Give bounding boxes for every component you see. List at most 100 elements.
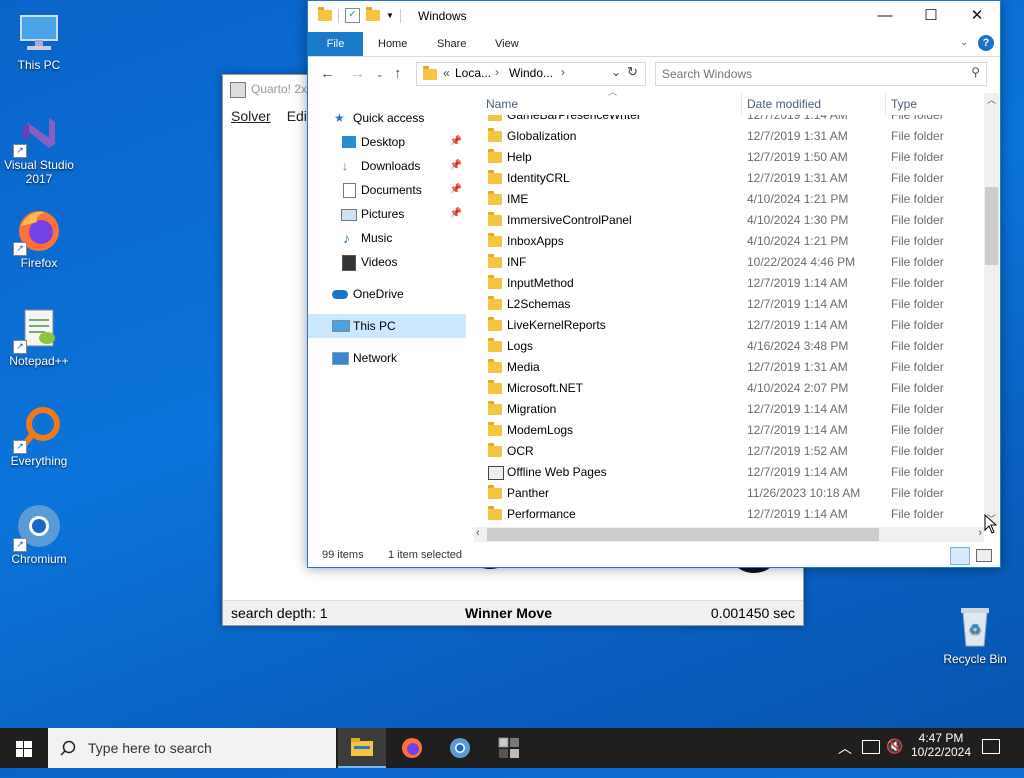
address-overflow[interactable]: «	[443, 66, 450, 80]
divider	[399, 8, 401, 23]
minimize-button[interactable]: —	[862, 1, 908, 32]
nav-videos[interactable]: Videos	[308, 250, 466, 274]
desktop-icon-chromium[interactable]: ↗ Chromium	[1, 502, 77, 566]
scroll-left-icon[interactable]: ‹	[476, 527, 480, 539]
network-icon[interactable]	[862, 740, 880, 754]
address-crumb-local-disk[interactable]: Loca...	[455, 66, 491, 80]
show-hidden-icons-icon[interactable]: ︿	[838, 738, 852, 778]
file-row[interactable]: InputMethod 12/7/2019 1:14 AM File folder	[474, 273, 984, 294]
explorer-titlebar[interactable]: ✓ ▼ Windows — ☐ ✕	[308, 1, 1000, 32]
column-name[interactable]: Name	[486, 97, 518, 111]
forward-button[interactable]: →	[350, 65, 365, 82]
file-row[interactable]: LiveKernelReports 12/7/2019 1:14 AM File f…	[474, 315, 984, 336]
file-row[interactable]: INF 10/22/2024 4:46 PM File folder	[474, 252, 984, 273]
recent-locations-icon[interactable]: ⌄	[376, 69, 384, 80]
column-divider[interactable]	[741, 93, 742, 115]
pin-icon[interactable]: 📌	[450, 202, 462, 226]
scroll-up-icon[interactable]: ︿	[987, 93, 996, 106]
desktop-icon-notepad-plus-plus[interactable]: ↗ Notepad++	[1, 304, 77, 368]
file-row[interactable]: OCR 12/7/2019 1:52 AM File folder	[474, 441, 984, 462]
maximize-button[interactable]: ☐	[908, 1, 954, 32]
back-button[interactable]: ←	[320, 65, 335, 82]
menu-solver[interactable]: Solver	[223, 103, 279, 129]
scrollbar-thumb[interactable]	[985, 187, 998, 265]
search-input[interactable]	[660, 64, 964, 84]
file-row[interactable]: Media 12/7/2019 1:31 AM File folder	[474, 357, 984, 378]
file-row[interactable]: Microsoft.NET 4/10/2024 2:07 PM File folde…	[474, 378, 984, 399]
close-button[interactable]: ✕	[954, 1, 1000, 32]
tab-file[interactable]: File	[308, 32, 363, 56]
search-box[interactable]: ⚲	[655, 62, 987, 86]
taskbar-firefox[interactable]	[388, 728, 436, 768]
nav-quick-access[interactable]: ★ Quick access	[308, 106, 466, 130]
column-type[interactable]: Type	[891, 97, 917, 111]
file-date: 12/7/2019 1:52 AM	[747, 444, 848, 458]
desktop-icon-this-pc[interactable]: This PC	[1, 8, 77, 72]
pin-icon[interactable]: 📌	[450, 178, 462, 202]
file-row[interactable]: InboxApps 4/10/2024 1:21 PM File folder	[474, 231, 984, 252]
chevron-right-icon[interactable]: ›	[495, 65, 499, 79]
nav-documents[interactable]: Documents 📌	[308, 178, 466, 202]
details-view-icon[interactable]	[950, 547, 970, 565]
file-explorer-window[interactable]: ✓ ▼ Windows — ☐ ✕ File Home Share View ⌄…	[307, 0, 1001, 568]
taskbar-chromium[interactable]	[436, 728, 484, 768]
volume-muted-icon[interactable]: 🔇	[886, 738, 903, 778]
file-row[interactable]: Panther 11/26/2023 10:18 AM File folder	[474, 483, 984, 504]
file-row[interactable]: Globalization 12/7/2019 1:31 AM File folde…	[474, 126, 984, 147]
tab-share[interactable]: Share	[425, 32, 478, 56]
taskbar-file-explorer[interactable]	[338, 728, 386, 768]
address-crumb-windows[interactable]: Windo...	[509, 66, 553, 80]
file-row[interactable]: Performance 12/7/2019 1:14 AM File folder	[474, 504, 984, 525]
nav-network[interactable]: Network	[308, 346, 466, 370]
help-icon[interactable]: ?	[978, 35, 994, 51]
pin-icon[interactable]: 📌	[450, 154, 462, 178]
nav-onedrive[interactable]: OneDrive	[308, 282, 466, 306]
qat-dropdown-icon[interactable]: ▼	[386, 11, 394, 20]
tab-view[interactable]: View	[483, 32, 531, 56]
taskbar-search-box[interactable]: Type here to search	[48, 728, 336, 768]
desktop-icon-everything[interactable]: ↗ Everything	[1, 404, 77, 468]
ribbon-expand-icon[interactable]: ⌄	[960, 37, 968, 48]
notifications-icon[interactable]	[982, 739, 1000, 754]
desktop-icon-recycle-bin[interactable]: ♻ Recycle Bin	[937, 602, 1013, 666]
file-row[interactable]: ImmersiveControlPanel 4/10/2024 1:30 PM Fi…	[474, 210, 984, 231]
clock[interactable]: 4:47 PM 10/22/2024	[906, 728, 976, 768]
file-row[interactable]: GameBarPresenceWriter 12/7/2019 1:14 AM Fi…	[474, 115, 984, 126]
nav-pictures[interactable]: Pictures 📌	[308, 202, 466, 226]
file-row[interactable]: IdentityCRL 12/7/2019 1:31 AM File folder	[474, 168, 984, 189]
file-row[interactable]: Logs 4/16/2024 3:48 PM File folder	[474, 336, 984, 357]
nav-label: Desktop	[361, 135, 406, 149]
properties-icon[interactable]: ✓	[345, 8, 360, 23]
refresh-icon[interactable]: ↻	[627, 64, 638, 80]
scroll-right-icon[interactable]: ›	[978, 527, 982, 539]
vertical-scrollbar[interactable]: ︿ ﹀	[984, 93, 999, 525]
column-divider[interactable]	[885, 93, 886, 115]
address-dropdown-icon[interactable]: ⌄	[611, 65, 621, 79]
scrollbar-thumb[interactable]	[487, 528, 879, 541]
horizontal-scrollbar[interactable]: ‹ ›	[474, 527, 984, 542]
nav-music[interactable]: ♪ Music	[308, 226, 466, 250]
up-button[interactable]: ↑	[394, 65, 402, 82]
desktop-icon-visual-studio[interactable]: ↗ Visual Studio 2017	[1, 108, 77, 186]
file-row[interactable]: L2Schemas 12/7/2019 1:14 AM File folder	[474, 294, 984, 315]
search-depth-status: search depth: 1	[231, 605, 328, 621]
taskbar-quarto[interactable]	[486, 728, 534, 768]
desktop-icon-firefox[interactable]: ↗ Firefox	[1, 206, 77, 270]
nav-downloads[interactable]: ↓ Downloads 📌	[308, 154, 466, 178]
file-row[interactable]: Migration 12/7/2019 1:14 AM File folder	[474, 399, 984, 420]
file-row[interactable]: Help 12/7/2019 1:50 AM File folder	[474, 147, 984, 168]
nav-desktop[interactable]: Desktop 📌	[308, 130, 466, 154]
address-bar[interactable]: « Loca... › Windo... › ⌄ ↻	[416, 62, 646, 86]
chevron-right-icon[interactable]: ›	[561, 65, 565, 79]
new-folder-icon[interactable]	[366, 7, 380, 21]
file-row[interactable]: IME 4/10/2024 1:21 PM File folder	[474, 189, 984, 210]
start-button[interactable]	[0, 728, 48, 768]
tab-home[interactable]: Home	[366, 32, 419, 56]
file-row[interactable]: Offline Web Pages 12/7/2019 1:14 AM File f…	[474, 462, 984, 483]
file-row[interactable]: ModemLogs 12/7/2019 1:14 AM File folder	[474, 420, 984, 441]
large-icons-view-icon[interactable]	[976, 549, 992, 562]
file-type: File folder	[891, 129, 944, 143]
nav-this-pc[interactable]: This PC	[308, 314, 466, 338]
pin-icon[interactable]: 📌	[450, 130, 462, 154]
column-date-modified[interactable]: Date modified	[747, 97, 821, 111]
